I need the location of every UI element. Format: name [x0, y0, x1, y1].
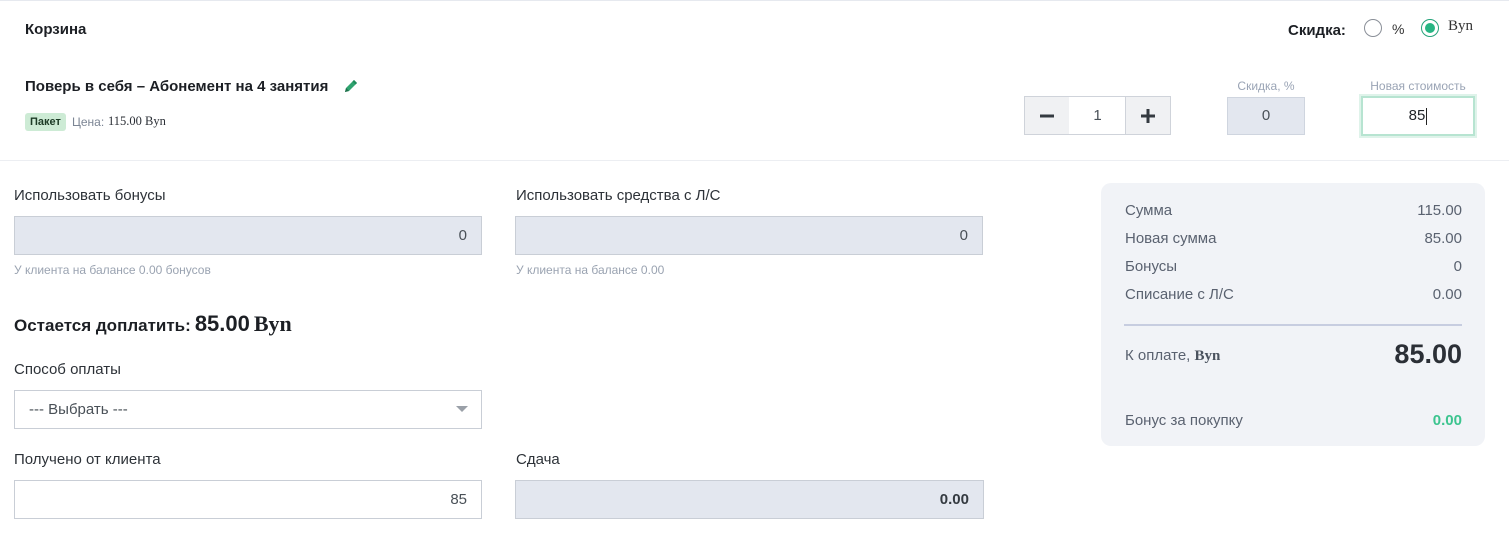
summary-sum-value: 115.00	[1417, 202, 1462, 219]
remaining-amount: 85.00	[194, 311, 250, 336]
price-label: Цена:	[72, 115, 105, 129]
pencil-icon[interactable]	[343, 78, 359, 94]
account-balance-hint: У клиента на балансе 0.00	[516, 263, 665, 277]
text-caret	[1426, 107, 1428, 125]
payment-method-label: Способ оплаты	[14, 361, 121, 378]
use-bonus-input[interactable]: 0	[14, 216, 482, 255]
minus-icon	[1040, 114, 1054, 117]
new-price-value: 85	[1408, 107, 1426, 124]
purchase-bonus-label: Бонус за покупку	[1125, 412, 1243, 429]
to-pay-value: 85.00	[1394, 339, 1462, 369]
purchase-bonus-value: 0.00	[1432, 412, 1462, 429]
quantity-input[interactable]: 1	[1069, 96, 1126, 135]
chevron-down-icon[interactable]	[456, 406, 468, 412]
new-price-input[interactable]: 85	[1361, 96, 1475, 136]
top-border	[0, 0, 1509, 1]
section-divider	[0, 160, 1509, 161]
summary-bonus-label: Бонусы	[1125, 258, 1178, 275]
use-account-input[interactable]: 0	[515, 216, 983, 255]
summary-account-label: Списание с Л/С	[1125, 286, 1234, 303]
discount-percent-input[interactable]: 0	[1227, 97, 1305, 135]
summary-new-sum-value: 85.00	[1424, 230, 1462, 247]
to-pay-label: К оплате, Byn	[1125, 347, 1220, 365]
summary-divider	[1124, 324, 1462, 326]
discount-byn-label: Byn	[1448, 18, 1474, 34]
remaining-currency: Byn	[253, 311, 292, 336]
new-price-label: Новая стоимость	[1370, 79, 1466, 93]
plus-icon	[1141, 108, 1155, 123]
package-badge: Пакет	[25, 113, 66, 131]
to-pay-text: К оплате,	[1125, 347, 1191, 364]
use-account-label: Использовать средства с Л/С	[516, 187, 721, 204]
change-label: Сдача	[516, 451, 560, 468]
remaining-label: Остается доплатить:	[14, 316, 191, 335]
received-input[interactable]: 85	[14, 480, 482, 519]
product-name: Поверь в себя – Абонемент на 4 занятия	[25, 78, 329, 95]
quantity-increment-button[interactable]	[1125, 96, 1171, 135]
cart-title: Корзина	[25, 21, 87, 38]
quantity-decrement-button[interactable]	[1024, 96, 1070, 135]
discount-percent-radio[interactable]	[1364, 19, 1382, 37]
received-label: Получено от клиента	[14, 451, 161, 468]
summary-new-sum-label: Новая сумма	[1125, 230, 1217, 247]
to-pay-currency: Byn	[1194, 348, 1221, 364]
discount-percent-field-label: Скидка, %	[1237, 79, 1295, 93]
price-value: 115.00 Byn	[108, 114, 166, 128]
discount-byn-radio[interactable]	[1421, 19, 1439, 37]
summary-sum-label: Сумма	[1125, 202, 1173, 219]
discount-label: Скидка:	[1288, 22, 1346, 39]
summary-account-value: 0.00	[1432, 286, 1462, 303]
change-input: 0.00	[515, 480, 984, 519]
bonus-balance-hint: У клиента на балансе 0.00 бонусов	[14, 263, 211, 277]
discount-percent-label: %	[1392, 21, 1405, 37]
summary-panel	[1101, 183, 1485, 446]
payment-method-select[interactable]: --- Выбрать ---	[14, 390, 482, 429]
remaining-to-pay: Остается доплатить: 85.00 Byn	[14, 311, 292, 337]
summary-bonus-value: 0	[1453, 258, 1462, 275]
use-bonus-label: Использовать бонусы	[14, 187, 166, 204]
